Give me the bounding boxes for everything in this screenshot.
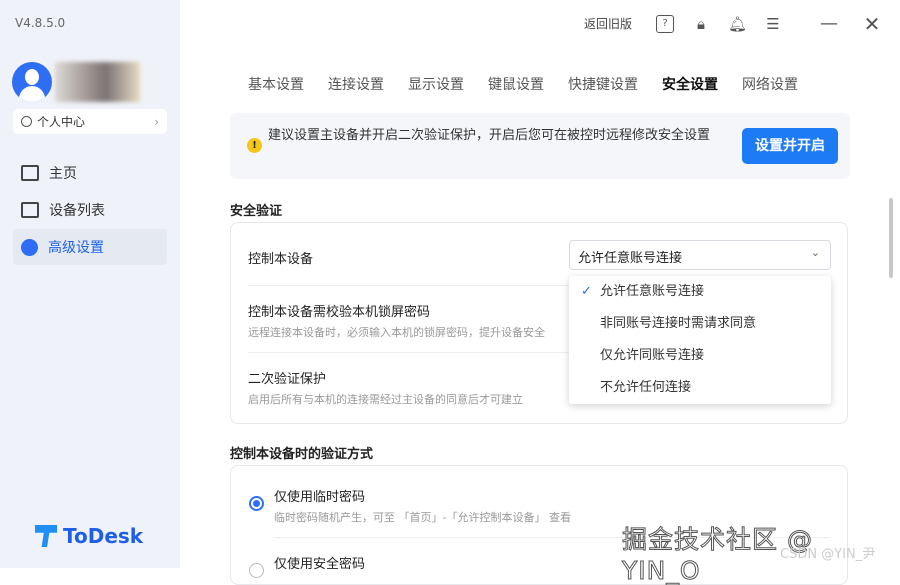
setup-enable-button[interactable]: 设置并开启 (742, 128, 838, 164)
temp-password-label: 仅使用临时密码 (274, 490, 366, 505)
menu-icon[interactable]: ☰ (764, 15, 782, 33)
monitor-icon (21, 165, 39, 181)
tab-security[interactable]: 安全设置 (662, 74, 718, 94)
sidebar-item-advanced-settings[interactable]: 高级设置 (13, 229, 167, 265)
sidebar: V4.8.5.0 个人中心 › 主页 设备列表 高级设置 ToDesk (0, 0, 180, 568)
sidebar-item-label: 设备列表 (49, 203, 105, 219)
todesk-logo: ToDesk (35, 524, 143, 548)
lock-icon[interactable]: 🔒︎ (692, 15, 710, 33)
watermark-csdn: CSDN @YIN_尹 (780, 547, 876, 562)
twofa-desc: 启用后所有与本机的连接需经过主设备的同意后才可建立 (248, 393, 523, 406)
temp-password-desc: 临时密码随机产生，可至 「首页」-「允许控制本设备」 查看 (274, 511, 571, 524)
settings-tabs: 基本设置 连接设置 显示设置 键鼠设置 快捷键设置 安全设置 网络设置 (248, 74, 798, 94)
version-label: V4.8.5.0 (15, 16, 66, 30)
option-deny-all[interactable]: 不允许任何连接 (569, 372, 831, 404)
tab-shortcuts[interactable]: 快捷键设置 (568, 74, 638, 94)
control-device-label: 控制本设备 (248, 252, 314, 267)
section-title-verify: 控制本设备时的验证方式 (230, 447, 374, 462)
twofa-title: 二次验证保护 (248, 372, 327, 387)
personal-center-label: 个人中心 (37, 115, 86, 129)
minimize-icon[interactable]: — (820, 15, 838, 33)
sidebar-item-devices[interactable]: 设备列表 (13, 192, 167, 228)
tab-keyboard-mouse[interactable]: 键鼠设置 (488, 74, 544, 94)
back-to-old-version-link[interactable]: 返回旧版 (584, 15, 632, 32)
radio-temp-password[interactable] (249, 496, 264, 511)
option-allow-any[interactable]: ✓ 允许任意账号连接 (569, 276, 831, 308)
banner-text: 建议设置主设备并开启二次验证保护，开启后您可在被控时远程修改安全设置 (268, 128, 711, 143)
option-same-account-only[interactable]: 仅允许同账号连接 (569, 340, 831, 372)
scrollbar[interactable] (889, 198, 893, 278)
radio-security-password[interactable] (249, 563, 264, 578)
devices-icon (21, 202, 39, 218)
tab-connection[interactable]: 连接设置 (328, 74, 384, 94)
sidebar-item-home[interactable]: 主页 (13, 155, 167, 191)
control-permission-dropdown: ✓ 允许任意账号连接 非同账号连接时需请求同意 仅允许同账号连接 不允许任何连接 (569, 276, 831, 404)
lock-password-title: 控制本设备需校验本机锁屏密码 (248, 305, 431, 320)
security-password-label: 仅使用安全密码 (274, 557, 366, 572)
tab-display[interactable]: 显示设置 (408, 74, 464, 94)
username-blurred (55, 62, 140, 102)
close-icon[interactable]: ✕ (863, 14, 881, 34)
security-banner: ! 建议设置主设备并开启二次验证保护，开启后您可在被控时远程修改安全设置 设置并… (230, 113, 850, 179)
section-title-security: 安全验证 (230, 204, 283, 219)
tab-network[interactable]: 网络设置 (742, 74, 798, 94)
help-icon[interactable]: ? (656, 15, 674, 33)
chevron-down-icon: ⌄ (810, 246, 820, 259)
option-request-consent[interactable]: 非同账号连接时需请求同意 (569, 308, 831, 340)
user-icon (21, 116, 32, 127)
lock-password-desc: 远程连接本设备时，必须输入本机的锁屏密码，提升设备安全 (248, 326, 545, 339)
control-permission-select[interactable]: 允许任意账号连接 ⌄ (569, 240, 831, 270)
gear-icon (21, 238, 38, 256)
tab-basic[interactable]: 基本设置 (248, 74, 304, 94)
sidebar-item-label: 主页 (49, 166, 77, 182)
sidebar-item-label: 高级设置 (48, 240, 104, 256)
avatar[interactable] (12, 62, 52, 102)
warning-icon: ! (247, 138, 262, 153)
bell-icon[interactable]: 🔔︎ (728, 15, 747, 33)
personal-center-button[interactable]: 个人中心 › (13, 109, 167, 134)
chevron-right-icon: › (154, 114, 159, 129)
check-icon: ✓ (581, 284, 592, 299)
